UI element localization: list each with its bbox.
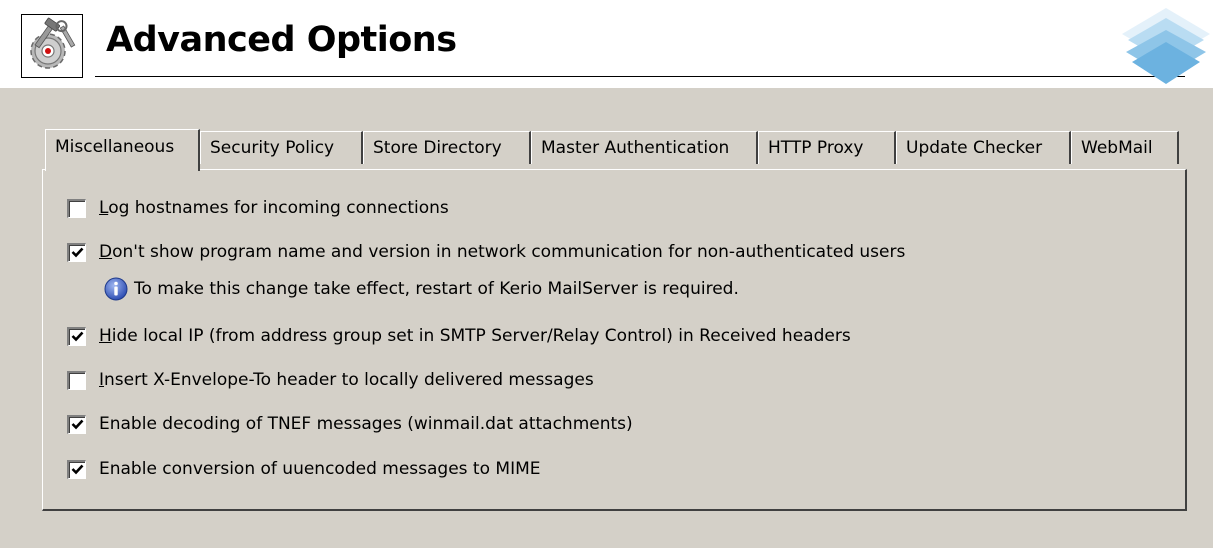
checkbox-box[interactable] xyxy=(67,459,86,479)
checkbox-box[interactable] xyxy=(67,326,86,346)
tab-security-policy[interactable]: Security Policy xyxy=(200,131,363,164)
checkbox-label: Insert X-Envelope-To header to locally d… xyxy=(99,370,594,390)
checkbox-label: Log hostnames for incoming connections xyxy=(99,198,449,218)
header-divider xyxy=(95,76,1185,77)
insert-x-envelope-checkbox[interactable]: Insert X-Envelope-To header to locally d… xyxy=(67,368,594,392)
log-hostnames-checkbox[interactable]: Log hostnames for incoming connections xyxy=(67,196,449,220)
checkbox-box[interactable] xyxy=(67,414,86,434)
tab-label: HTTP Proxy xyxy=(768,138,864,158)
hide-local-ip-checkbox[interactable]: Hide local IP (from address group set in… xyxy=(67,324,851,348)
checkmark-icon xyxy=(71,247,83,258)
tab-webmail[interactable]: WebMail xyxy=(1071,131,1179,164)
restart-note-text: To make this change take effect, restart… xyxy=(134,279,739,299)
tab-label: Master Authentication xyxy=(541,138,730,158)
info-icon xyxy=(104,277,128,301)
tab-label: Miscellaneous xyxy=(55,137,175,157)
tab-label: Update Checker xyxy=(906,138,1043,158)
checkbox-label: Hide local IP (from address group set in… xyxy=(99,326,851,346)
checkmark-icon xyxy=(71,419,83,430)
checkbox-label: Enable decoding of TNEF messages (winmai… xyxy=(99,414,633,434)
checkmark-icon xyxy=(71,331,83,342)
settings-tools-icon xyxy=(21,14,83,78)
checkmark-icon xyxy=(71,464,83,475)
tab-store-directory[interactable]: Store Directory xyxy=(363,131,531,164)
page-header: Advanced Options xyxy=(0,0,1213,88)
tab-update-checker[interactable]: Update Checker xyxy=(896,131,1071,164)
tab-master-authentication[interactable]: Master Authentication xyxy=(531,131,758,164)
tnef-decoding-checkbox[interactable]: Enable decoding of TNEF messages (winmai… xyxy=(67,412,633,436)
kerio-logo xyxy=(1118,4,1213,90)
checkbox-box[interactable] xyxy=(67,198,86,218)
checkbox-box[interactable] xyxy=(67,370,86,390)
tab-label: Security Policy xyxy=(210,138,335,158)
tab-label: WebMail xyxy=(1081,138,1153,158)
checkbox-label: Don't show program name and version in n… xyxy=(99,242,906,262)
checkbox-label: Enable conversion of uuencoded messages … xyxy=(99,459,541,479)
uuencode-conversion-checkbox[interactable]: Enable conversion of uuencoded messages … xyxy=(67,457,541,481)
tab-http-proxy[interactable]: HTTP Proxy xyxy=(758,131,896,164)
tab-miscellaneous[interactable]: Miscellaneous xyxy=(45,129,200,171)
checkbox-box[interactable] xyxy=(67,242,86,262)
restart-note: To make this change take effect, restart… xyxy=(104,276,739,302)
hide-program-version-checkbox[interactable]: Don't show program name and version in n… xyxy=(67,240,905,264)
page-title: Advanced Options xyxy=(106,20,457,60)
tab-label: Store Directory xyxy=(373,138,502,158)
